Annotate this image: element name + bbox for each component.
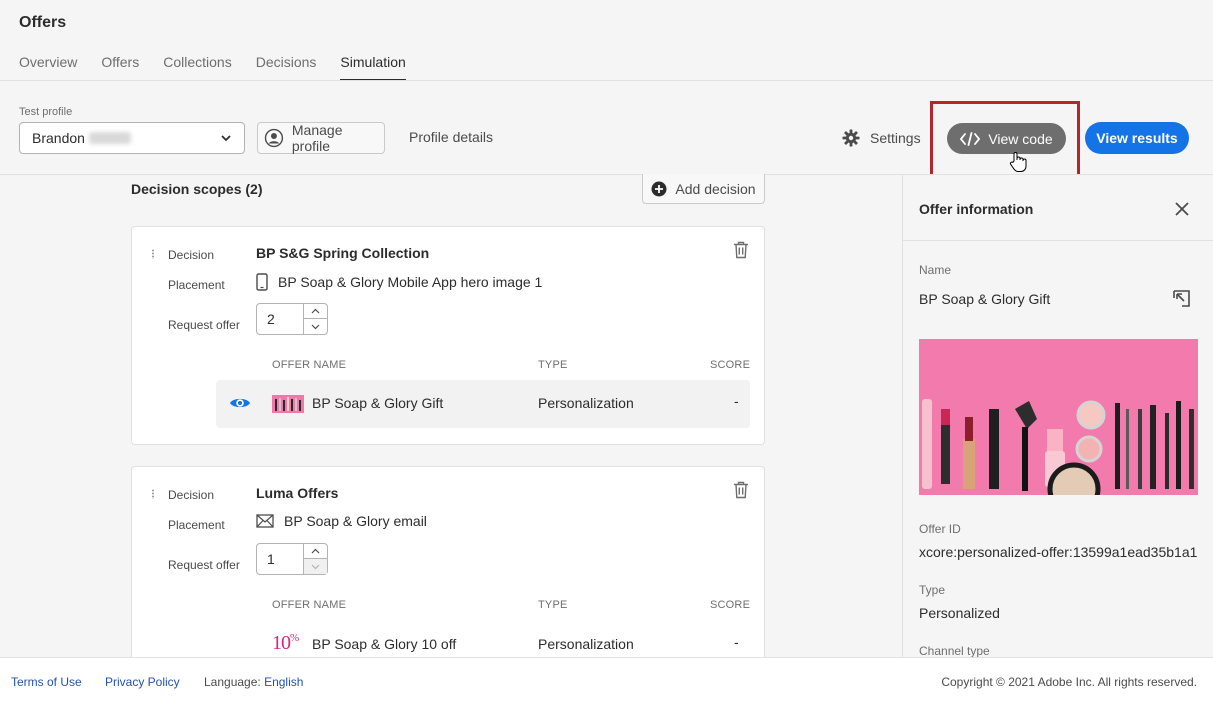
add-decision-button[interactable]: Add decision [642, 174, 765, 204]
language-selector: Language: English [204, 675, 303, 689]
view-results-button[interactable]: View results [1085, 122, 1189, 154]
placement-label: Placement [168, 518, 225, 532]
tabs-divider [0, 80, 1213, 81]
type-label: Type [919, 583, 946, 597]
placement-label: Placement [168, 278, 225, 292]
close-icon[interactable] [1175, 202, 1189, 216]
offer-thumbnail [272, 395, 304, 413]
add-circle-icon [651, 181, 667, 196]
decision-scopes-title: Decision scopes (2) [131, 181, 263, 197]
column-header-type: TYPE [538, 359, 568, 371]
placement-name: BP Soap & Glory email [284, 513, 427, 529]
offer-score: - [734, 634, 739, 650]
redacted-surname [88, 132, 131, 144]
decision-card: Decision BP S&G Spring Collection Placem… [131, 226, 765, 445]
offer-name: BP Soap & Glory Gift [312, 395, 444, 411]
thumb-number: 10 [272, 632, 291, 654]
column-header-type: TYPE [538, 599, 568, 611]
offer-id-value: xcore:personalized-offer:13599a1ead35b1a… [919, 544, 1198, 560]
user-icon [264, 128, 284, 148]
code-icon [960, 131, 981, 146]
decision-card: Decision Luma Offers Placement BP Soap &… [131, 466, 765, 666]
profile-details-link[interactable]: Profile details [409, 129, 493, 145]
gear-icon [842, 129, 860, 147]
name-label: Name [919, 263, 952, 277]
decision-label: Decision [168, 488, 215, 502]
settings-button[interactable]: Settings [842, 129, 921, 147]
offer-type: Personalization [538, 395, 634, 411]
drag-handle-icon[interactable] [151, 249, 155, 259]
request-offer-value: 1 [267, 551, 275, 567]
chevron-down-icon [311, 324, 320, 329]
manage-profile-button[interactable]: Manage profile [257, 122, 385, 154]
name-value: BP Soap & Glory Gift [919, 291, 1051, 307]
request-offer-stepper[interactable]: 2 [256, 303, 328, 335]
request-offer-value: 2 [267, 311, 275, 327]
column-header-score: SCORE [710, 359, 751, 371]
offer-thumbnail: 10% [272, 632, 299, 655]
type-value: Personalized [919, 605, 1000, 621]
view-code-label: View code [988, 130, 1053, 147]
trash-icon[interactable] [733, 241, 749, 259]
offer-information-panel: Offer information Name BP Soap & Glory G… [902, 175, 1213, 658]
decision-label: Decision [168, 248, 215, 262]
thumb-percent: % [290, 632, 299, 644]
chevron-up-icon [311, 548, 320, 554]
test-profile-select[interactable]: Brandon [19, 122, 245, 154]
hand-cursor-icon [1009, 152, 1027, 172]
tab-offers[interactable]: Offers [101, 54, 139, 81]
open-in-new-icon[interactable] [1173, 290, 1190, 307]
email-icon [256, 514, 274, 528]
tab-collections[interactable]: Collections [163, 54, 231, 81]
language-label: Language: [204, 675, 261, 689]
decision-name: Luma Offers [256, 485, 339, 501]
app-title: Offers [19, 14, 67, 31]
offer-image [919, 339, 1198, 495]
column-header-offer-name: OFFER NAME [272, 599, 347, 611]
stepper-decrement-button[interactable] [304, 559, 327, 574]
chevron-down-icon [221, 135, 231, 142]
placement-value: BP Soap & Glory email [256, 513, 427, 529]
drag-handle-icon[interactable] [151, 489, 155, 499]
tab-bar: Overview Offers Collections Decisions Si… [19, 54, 406, 81]
language-value-link[interactable]: English [264, 675, 303, 689]
stepper-increment-button[interactable] [304, 544, 327, 559]
add-decision-label: Add decision [675, 180, 756, 197]
panel-title: Offer information [919, 201, 1034, 217]
placement-value: BP Soap & Glory Mobile App hero image 1 [256, 273, 542, 291]
test-profile-label: Test profile [19, 106, 73, 118]
offer-score: - [734, 393, 739, 409]
chevron-down-icon [311, 564, 320, 569]
settings-label: Settings [870, 130, 921, 146]
terms-of-use-link[interactable]: Terms of Use [11, 675, 82, 689]
offer-id-label: Offer ID [919, 522, 961, 536]
column-header-offer-name: OFFER NAME [272, 359, 347, 371]
decision-name: BP S&G Spring Collection [256, 245, 430, 261]
offer-type: Personalization [538, 636, 634, 652]
request-offer-stepper[interactable]: 1 [256, 543, 328, 575]
copyright: Copyright © 2021 Adobe Inc. All rights r… [941, 675, 1197, 689]
test-profile-value: Brandon [32, 130, 85, 146]
view-code-button[interactable]: View code [947, 123, 1066, 154]
manage-profile-label: Manage profile [291, 122, 343, 154]
column-header-score: SCORE [710, 599, 751, 611]
tab-simulation[interactable]: Simulation [340, 54, 406, 81]
offer-name: BP Soap & Glory 10 off [312, 636, 457, 652]
stepper-decrement-button[interactable] [304, 319, 327, 334]
tab-overview[interactable]: Overview [19, 54, 77, 81]
eye-icon[interactable] [229, 395, 251, 411]
placement-name: BP Soap & Glory Mobile App hero image 1 [278, 274, 543, 290]
request-offer-label: Request offer [168, 318, 240, 332]
footer: Terms of Use Privacy Policy Language: En… [0, 657, 1213, 706]
trash-icon[interactable] [733, 481, 749, 499]
panel-divider [903, 240, 1213, 241]
mobile-icon [256, 273, 268, 291]
stepper-increment-button[interactable] [304, 304, 327, 319]
privacy-policy-link[interactable]: Privacy Policy [105, 675, 180, 689]
offer-row[interactable]: BP Soap & Glory Gift Personalization - [216, 380, 750, 428]
tab-decisions[interactable]: Decisions [256, 54, 317, 81]
chevron-up-icon [311, 308, 320, 314]
request-offer-label: Request offer [168, 558, 240, 572]
channel-type-label: Channel type [919, 644, 990, 658]
